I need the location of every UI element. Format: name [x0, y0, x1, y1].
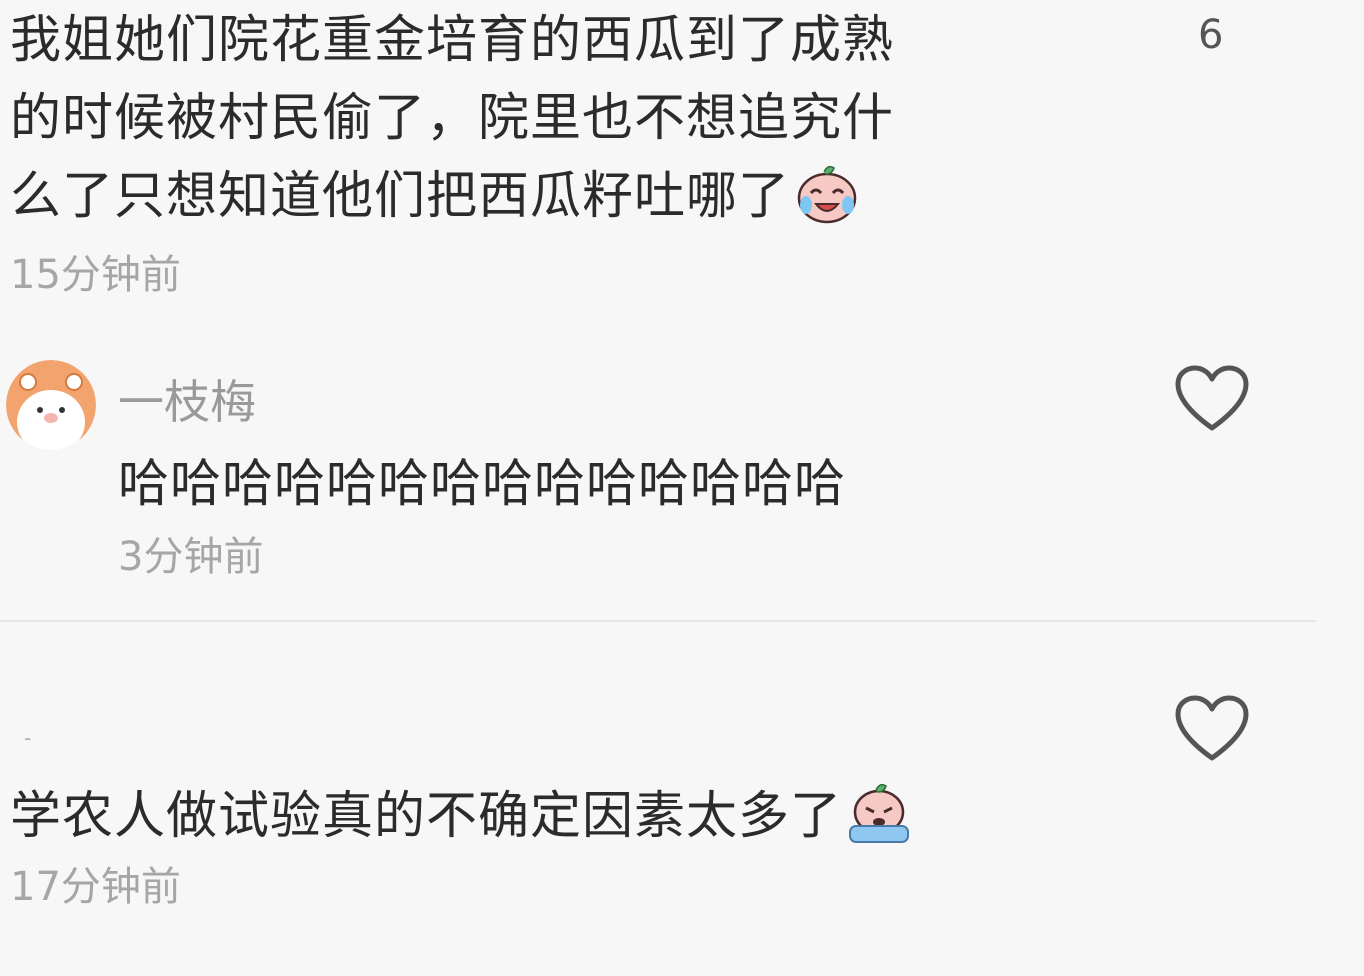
heart-icon[interactable]: [1174, 694, 1250, 764]
crying-emoji-icon: [846, 780, 912, 846]
comment-time: 17分钟前: [10, 864, 181, 910]
comment-text: 我姐她们院花重金培育的西瓜到了成熟 的时候被村民偷了，院里也不想追究什 么了只想…: [10, 2, 1090, 236]
comment-time: 3分钟前: [118, 534, 264, 580]
comment-time: 15分钟前: [10, 252, 181, 298]
divider: [0, 620, 1316, 622]
like-count[interactable]: 6: [1198, 12, 1223, 58]
comment-line-text: 学农人做试验真的不确定因素太多了: [10, 787, 843, 846]
comment-text: 学农人做试验真的不确定因素太多了: [10, 778, 912, 856]
comment-line: 么了只想知道他们把西瓜籽吐哪了: [10, 158, 1090, 236]
comment-line-text: 么了只想知道他们把西瓜籽吐哪了: [10, 167, 791, 226]
username[interactable]: 一枝梅: [118, 366, 256, 432]
comment-line: 我姐她们院花重金培育的西瓜到了成熟: [10, 11, 895, 70]
heart-icon[interactable]: [1174, 364, 1250, 434]
comment-text: 哈哈哈哈哈哈哈哈哈哈哈哈哈哈: [118, 455, 847, 514]
comment-line: 的时候被村民偷了，院里也不想追究什: [10, 89, 895, 148]
avatar[interactable]: [6, 360, 96, 450]
laughing-crying-emoji-icon: [794, 160, 860, 226]
username[interactable]: -: [24, 726, 31, 750]
